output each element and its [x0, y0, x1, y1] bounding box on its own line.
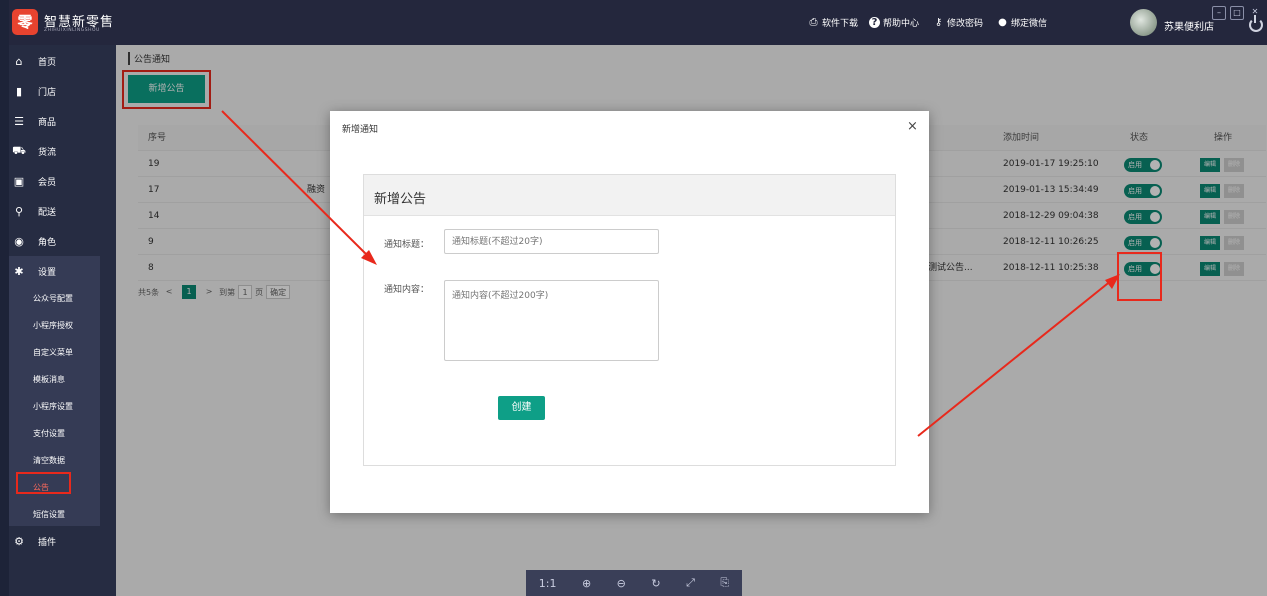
sidebar-item-goods[interactable]: ☰ 商品 — [9, 106, 116, 136]
sidebar-item-settings[interactable]: ✱ 设置 — [9, 256, 100, 286]
form-panel-title: 新增公告 — [374, 192, 427, 207]
form-panel: 新增公告 通知标题： 通知内容： 创建 — [363, 174, 896, 466]
annotation-box-status-toggle — [1117, 252, 1162, 301]
annotation-box-announcement-menu — [16, 472, 71, 494]
help-icon: ? — [869, 17, 880, 28]
submenu-item-payment-settings[interactable]: 支付设置 — [33, 428, 65, 439]
submenu-item-miniprogram-settings[interactable]: 小程序设置 — [33, 401, 73, 412]
truck-icon: ⛟ — [12, 143, 26, 157]
sidebar-item-home[interactable]: ⌂ 首页 — [9, 46, 116, 76]
sidebar: ⌂ 首页 ▮ 门店 ☰ 商品 ⛟ 货流 ▣ 会员 ⚲ 配送 ◉ 角色 ✱ 设置 公众号配置 小程… — [9, 45, 116, 596]
create-button[interactable]: 创建 — [498, 396, 545, 420]
avatar[interactable] — [1130, 9, 1157, 36]
sidebar-item-label: 货流 — [38, 147, 57, 158]
zoom-out-icon[interactable]: ⊖ — [617, 577, 626, 590]
nav-label: 修改密码 — [947, 19, 984, 29]
actual-size-icon[interactable]: 1:1 — [539, 577, 557, 590]
list-icon: ☰ — [14, 114, 24, 128]
sidebar-item-label: 插件 — [38, 537, 57, 548]
logo-subtext: ZHIHUIXINLINGSHOU — [44, 28, 100, 33]
form-panel-header: 新增公告 — [364, 175, 895, 216]
crop-icon[interactable]: ⤢ — [686, 576, 695, 590]
notice-title-input[interactable] — [444, 229, 659, 254]
sidebar-item-label: 配送 — [38, 207, 57, 218]
sidebar-item-label: 首页 — [38, 57, 57, 68]
maximize-icon[interactable]: □ — [1230, 6, 1244, 20]
image-viewer-toolbar: 1:1 ⊕ ⊖ ↻ ⤢ ⎘ — [526, 570, 742, 596]
member-card-icon: ▣ — [13, 174, 25, 188]
gears-icon: ⚙ — [14, 534, 24, 548]
power-icon[interactable] — [1249, 15, 1263, 32]
nav-change-password[interactable]: ⚷ 修改密码 — [933, 16, 983, 29]
store-icon: ▮ — [15, 84, 23, 98]
add-notice-modal: 新增通知 × 新增公告 通知标题： 通知内容： 创建 — [330, 111, 929, 513]
submenu-item-custom-menu[interactable]: 自定义菜单 — [33, 347, 73, 358]
sidebar-item-role[interactable]: ◉ 角色 — [9, 226, 116, 256]
nav-software-download[interactable]: ⎙ 软件下载 — [808, 16, 859, 29]
submenu-item-sms-settings[interactable]: 短信设置 — [33, 509, 65, 520]
sidebar-item-plugin[interactable]: ⚙ 插件 — [9, 526, 116, 556]
sidebar-item-label: 设置 — [38, 267, 57, 278]
sidebar-item-label: 商品 — [38, 117, 57, 128]
download-icon: ⎙ — [809, 17, 818, 28]
top-header: 零 智慧新零售 ZHIHUIXINLINGSHOU ⎙ 软件下载 ? 帮助中心 … — [9, 0, 1267, 45]
nav-label: 帮助中心 — [883, 19, 920, 29]
close-icon[interactable]: × — [907, 119, 918, 134]
minimize-icon[interactable]: – — [1212, 6, 1226, 20]
user-circle-icon: ◉ — [14, 234, 24, 248]
save-icon[interactable]: ⎘ — [720, 576, 729, 590]
wechat-icon: ● — [998, 17, 1007, 28]
nav-bind-wechat[interactable]: ● 绑定微信 — [997, 16, 1047, 29]
logo-icon: 零 — [12, 9, 38, 35]
sidebar-item-label: 门店 — [38, 87, 57, 98]
sidebar-item-store[interactable]: ▮ 门店 — [9, 76, 116, 106]
title-label: 通知标题： — [384, 240, 430, 250]
notice-content-textarea[interactable] — [444, 280, 659, 361]
motorcycle-icon: ⚲ — [14, 204, 24, 218]
home-icon: ⌂ — [15, 54, 23, 68]
modal-title: 新增通知 — [342, 125, 379, 135]
nav-help-center[interactable]: ? 帮助中心 — [869, 16, 919, 29]
submenu-item-official-account[interactable]: 公众号配置 — [33, 293, 73, 304]
nav-label: 绑定微信 — [1011, 19, 1048, 29]
sidebar-item-label: 会员 — [38, 177, 57, 188]
gear-icon: ✱ — [14, 264, 24, 278]
sidebar-item-label: 角色 — [38, 237, 57, 248]
zoom-in-icon[interactable]: ⊕ — [582, 577, 591, 590]
key-icon: ⚷ — [934, 17, 943, 28]
rotate-icon[interactable]: ↻ — [651, 577, 660, 590]
sidebar-item-member[interactable]: ▣ 会员 — [9, 166, 116, 196]
submenu-item-miniprogram-auth[interactable]: 小程序授权 — [33, 320, 73, 331]
shop-name: 苏果便利店 — [1164, 22, 1214, 33]
sidebar-item-logistics[interactable]: ⛟ 货流 — [9, 136, 116, 166]
nav-label: 软件下载 — [822, 19, 859, 29]
left-edge-strip — [0, 0, 9, 596]
sidebar-item-delivery[interactable]: ⚲ 配送 — [9, 196, 116, 226]
submenu-item-clear-data[interactable]: 清空数据 — [33, 455, 65, 466]
content-label: 通知内容： — [384, 285, 430, 295]
submenu-item-template-message[interactable]: 模板消息 — [33, 374, 65, 385]
